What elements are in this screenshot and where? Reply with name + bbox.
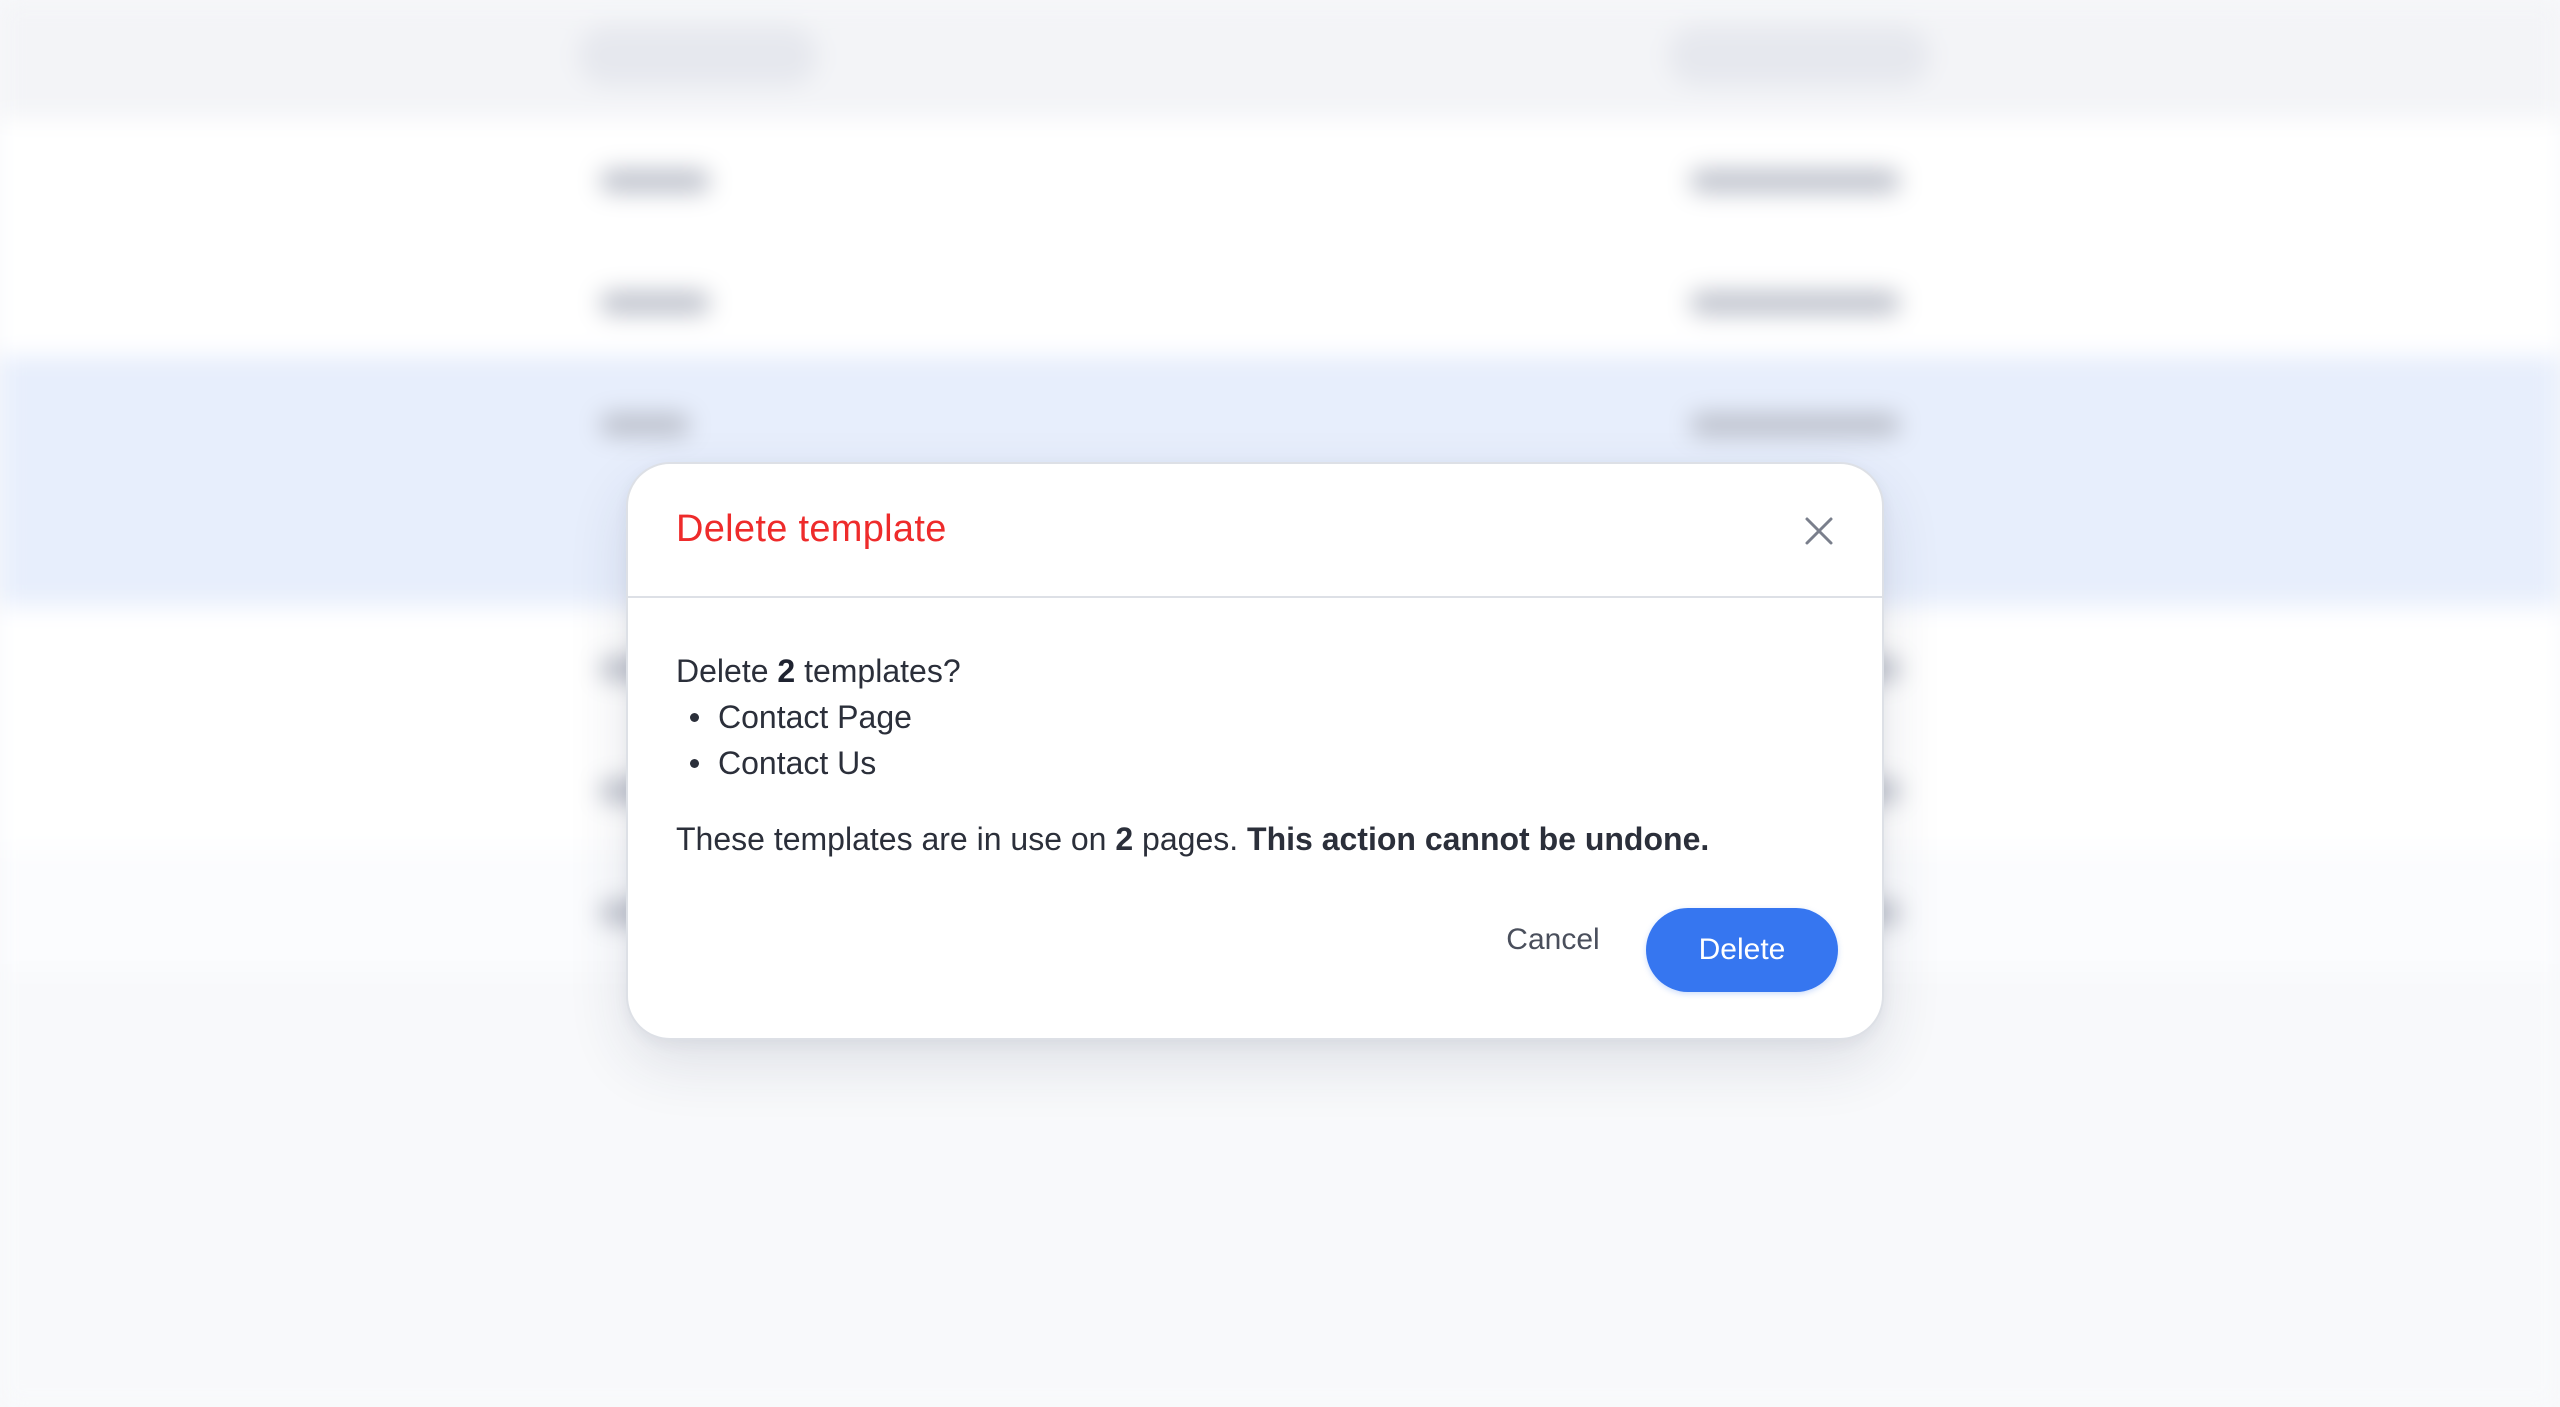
background-row-text (1690, 292, 1900, 314)
close-icon (1805, 517, 1833, 545)
question-suffix: templates? (795, 653, 961, 689)
background-row-text (600, 170, 710, 192)
template-name: Contact Us (718, 745, 877, 781)
background-row-text (1690, 414, 1900, 436)
background-header-pill (1668, 26, 1930, 86)
background-row-text (1690, 170, 1900, 192)
template-name: Contact Page (718, 699, 912, 735)
list-item: Contact Us (676, 740, 1836, 786)
delete-template-dialog: Delete template Delete 2 templates? Cont… (626, 462, 1884, 1040)
list-item: Contact Page (676, 694, 1836, 740)
background-row (0, 118, 2560, 240)
background-row-text (600, 292, 710, 314)
dialog-body: Delete 2 templates? Contact Page Contact… (676, 648, 1836, 862)
background-header-pill (578, 26, 818, 86)
usage-prefix: These templates are in use on (676, 821, 1116, 857)
background-row-text (600, 414, 690, 436)
bullet-icon (690, 759, 699, 768)
undo-warning: This action cannot be undone. (1247, 821, 1710, 857)
delete-button[interactable]: Delete (1646, 908, 1838, 992)
question-prefix: Delete (676, 653, 778, 689)
usage-warning: These templates are in use on 2 pages. T… (676, 816, 1836, 862)
question-count: 2 (777, 653, 796, 689)
usage-count: 2 (1115, 821, 1134, 857)
delete-question: Delete 2 templates? (676, 648, 1836, 694)
usage-suffix: pages. (1133, 821, 1248, 857)
cancel-button[interactable]: Cancel (1450, 898, 1656, 982)
bullet-icon (690, 713, 699, 722)
close-button[interactable] (1798, 510, 1840, 552)
template-list: Contact Page Contact Us (676, 694, 1836, 786)
dialog-title: Delete template (676, 508, 947, 550)
background-row (0, 240, 2560, 362)
dialog-header: Delete template (628, 464, 1882, 598)
background-table-header (0, 0, 2560, 118)
